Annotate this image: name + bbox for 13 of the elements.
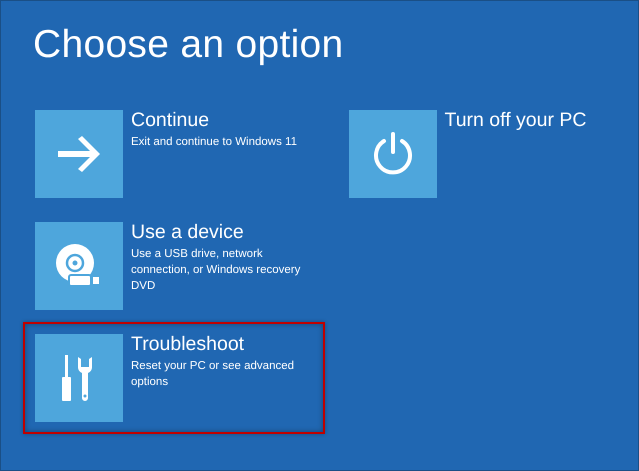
option-title: Turn off your PC bbox=[444, 108, 586, 132]
option-title: Troubleshoot bbox=[131, 332, 246, 356]
option-title: Use a device bbox=[131, 220, 245, 244]
option-tile[interactable]: Continue Exit and continue to Windows 11 bbox=[23, 98, 324, 210]
option-description: Reset your PC or see advanced options bbox=[131, 359, 296, 390]
page-title: Choose an option bbox=[33, 22, 345, 68]
option-tile[interactable]: Troubleshoot Reset your PC or see advanced options bbox=[23, 322, 324, 434]
option-description: Exit and continue to Windows 11 bbox=[131, 135, 297, 150]
option-description: Use a USB drive, network connection, or Windows recovery DVD bbox=[131, 247, 302, 294]
option-tile[interactable]: Use a device Use a USB drive, network connection, or Windows recovery DVD bbox=[23, 210, 324, 322]
option-title: Continue bbox=[131, 108, 210, 132]
option-tile[interactable]: Turn off your PC bbox=[336, 98, 638, 210]
arrow-icon bbox=[56, 136, 102, 172]
